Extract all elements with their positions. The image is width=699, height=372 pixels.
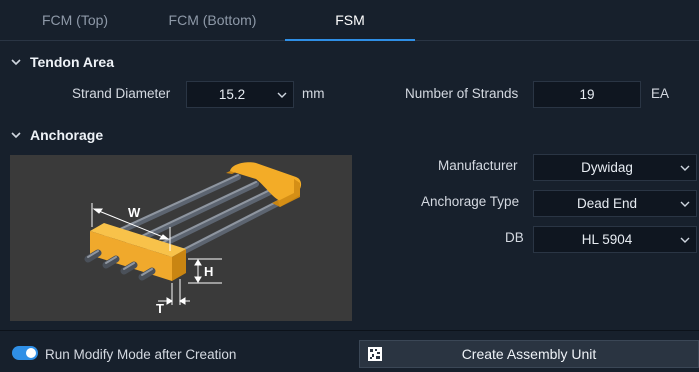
manufacturer-label: Manufacturer [438, 158, 518, 173]
chevron-down-icon [680, 155, 690, 180]
section-tendon-area[interactable]: Tendon Area [8, 54, 114, 70]
footer-divider [0, 330, 699, 331]
strand-diameter-select[interactable]: 15.2 [186, 81, 294, 108]
h-label: H [204, 264, 213, 279]
w-label: W [128, 205, 141, 220]
section-anchorage[interactable]: Anchorage [8, 127, 103, 143]
anchorage-type-value: Dead End [576, 196, 638, 211]
manufacturer-value: Dywidag [581, 160, 633, 175]
section-title: Anchorage [30, 127, 104, 143]
tab-fcm-top[interactable]: FCM (Top) [0, 0, 150, 40]
run-modify-mode-label: Run Modify Mode after Creation [45, 347, 237, 362]
section-title: Tendon Area [30, 54, 115, 70]
create-assembly-unit-label: Create Assembly Unit [461, 346, 597, 362]
toggle-knob [26, 348, 36, 358]
manufacturer-select[interactable]: Dywidag [533, 154, 697, 181]
number-of-strands-input[interactable]: 19 [533, 81, 641, 108]
db-label: DB [505, 230, 524, 245]
db-select[interactable]: HL 5904 [533, 226, 697, 253]
tab-bar: FCM (Top) FCM (Bottom) FSM [0, 0, 699, 41]
far-anchor-plate [226, 162, 302, 207]
create-assembly-unit-button[interactable]: Create Assembly Unit [359, 340, 699, 368]
tab-fsm[interactable]: FSM [285, 0, 415, 41]
anchorage-type-select[interactable]: Dead End [533, 190, 697, 217]
t-label: T [156, 301, 164, 316]
strand-diameter-label: Strand Diameter [72, 86, 171, 101]
db-value: HL 5904 [581, 232, 633, 247]
chevron-down-icon [680, 191, 690, 216]
chevron-down-icon [11, 59, 21, 66]
chevron-down-icon [277, 82, 287, 107]
number-of-strands-unit: EA [651, 86, 670, 101]
number-of-strands-label: Number of Strands [405, 86, 519, 101]
strand-diameter-unit: mm [302, 86, 325, 101]
tab-fcm-bottom[interactable]: FCM (Bottom) [140, 0, 285, 40]
run-modify-mode-toggle[interactable] [12, 346, 38, 360]
chevron-down-icon [680, 227, 690, 252]
anchorage-illustration: W H T [84, 162, 302, 316]
anchorage-diagram: W H T [10, 155, 352, 321]
assembly-icon [368, 347, 382, 361]
anchorage-type-label: Anchorage Type [421, 194, 520, 209]
chevron-down-icon [11, 132, 21, 139]
near-anchor-block [90, 223, 186, 281]
